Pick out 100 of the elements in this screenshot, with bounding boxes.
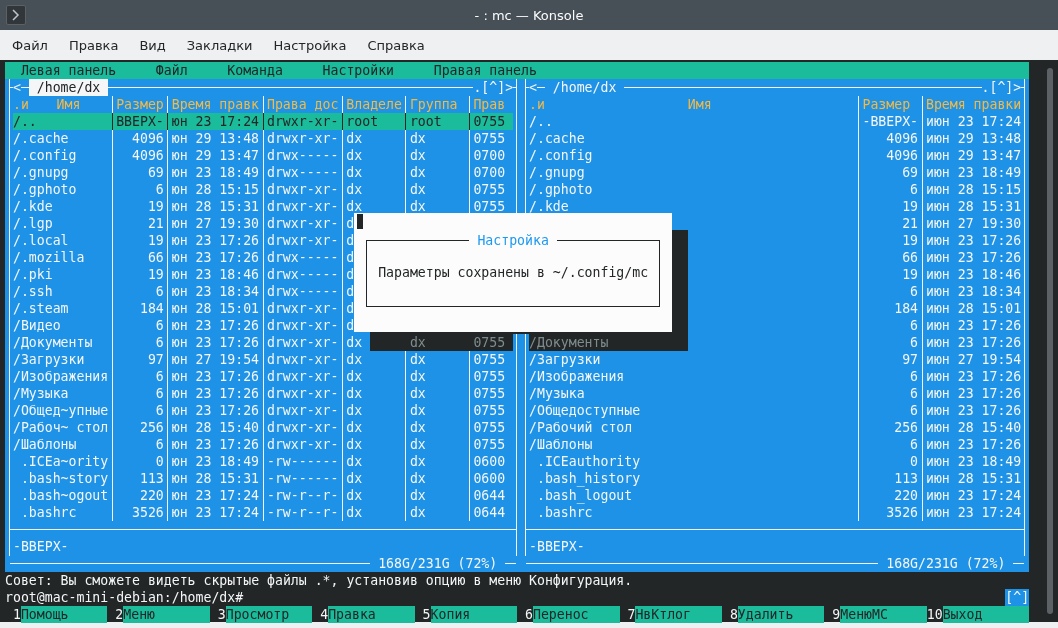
file-name: .bash~ogout (19, 487, 109, 504)
file-row[interactable]: /.gphoto 6 юн 28 15:15 drwxr-xr- dx dx 0755 (12, 181, 514, 198)
file-row[interactable]: /.gnupg 69 июн 23 18:49 (529, 164, 1022, 181)
file-row[interactable]: .bash_history 113 июн 28 15:31 (529, 470, 1022, 487)
window-title: - : mc — Konsole (474, 7, 584, 23)
menu-item[interactable]: Настройки (322, 62, 395, 79)
key-number: 4 (319, 606, 329, 623)
file-row[interactable]: .ICEauthority 0 июн 23 18:49 (529, 453, 1022, 470)
function-key[interactable]: Просмотр (225, 606, 313, 623)
file-row[interactable]: .bash_logout 220 июн 23 17:24 (529, 487, 1022, 504)
sort-indicator[interactable]: .и (529, 96, 545, 113)
file-row[interactable]: /Общедоступные 6 июн 23 17:26 (529, 402, 1022, 419)
key-number: 5 (421, 606, 431, 623)
sort-indicator[interactable]: .и (12, 96, 29, 113)
nav-marker[interactable]: .[^]> (981, 79, 1022, 96)
file-name: /Рабочий стол (529, 419, 634, 436)
file-row[interactable]: /Изображения 6 июн 23 17:26 (529, 368, 1022, 385)
disk-usage: 168G/231G (72%) (370, 555, 506, 572)
file-name: /Музыка (12, 385, 70, 402)
menu-item[interactable]: Файл (12, 37, 48, 53)
function-key[interactable]: Удалить (737, 606, 825, 623)
file-row[interactable]: /Рабоч~ стол 256 юн 28 15:40 drwxr-xr- dx dx 0755 (12, 419, 514, 436)
function-key[interactable]: НвКтлог (635, 606, 722, 623)
file-name: /.. (529, 113, 554, 130)
file-name: /Рабоч~ стол (12, 419, 109, 436)
file-name: /.local (12, 232, 70, 249)
file-name: /.gphoto (12, 181, 78, 198)
scrollbar-thumb[interactable] (1047, 68, 1053, 614)
file-name: /.steam (12, 300, 70, 317)
file-row[interactable]: /Шаблоны 6 июн 23 17:26 (529, 436, 1022, 453)
file-name: .ICEa~ority (19, 453, 109, 470)
menu-item[interactable]: Правка (68, 37, 119, 53)
file-row[interactable]: /Документы 6 июн 23 17:26 (529, 334, 1022, 351)
file-name: /.lgp (12, 215, 54, 232)
scroll-badge[interactable]: [^] (1005, 589, 1030, 606)
column-header[interactable]: Имя (28, 96, 109, 113)
file-row[interactable]: 66 июн 23 17:26 (529, 249, 1022, 266)
menu-item[interactable]: Файл (155, 62, 188, 79)
menu-item[interactable]: Закладки (186, 37, 253, 53)
file-row[interactable]: /.. -ВВЕРХ- июн 23 17:24 (529, 113, 1022, 130)
file-row[interactable]: 6 июн 23 18:34 (529, 283, 1022, 300)
file-row[interactable]: /Загрузки 97 июн 27 19:54 (529, 351, 1022, 368)
key-number: 10 (926, 606, 943, 623)
file-row[interactable]: .bash~ogout 220 юн 23 17:24 -rw-r--r- dx dx 0644 (12, 487, 514, 504)
menu-item[interactable]: Команда (227, 62, 283, 79)
command-prompt: root@mac-mini-debian:/home/dx# (5, 589, 244, 606)
status-text: -ВВЕРХ- (529, 539, 585, 554)
file-name: /.gphoto (529, 181, 594, 198)
file-row[interactable]: /.. ВВЕРХ- юн 23 17:24 drwxr-xr- root root 0755 (12, 113, 514, 130)
menu-item[interactable]: Настройка (273, 37, 347, 53)
file-name: /.config (12, 147, 78, 164)
file-row[interactable]: /Документы 6 юн 23 17:26 drwxr-xr- dx dx 0755 (12, 334, 514, 351)
file-row[interactable]: /Музыка 6 июн 23 17:26 (529, 385, 1022, 402)
file-row[interactable]: .ICEa~ority 0 юн 23 18:49 -rw------ dx dx 0600 (12, 453, 514, 470)
file-row[interactable]: /Изображения 6 юн 23 17:26 drwxr-xr- dx dx 0755 (12, 368, 514, 385)
function-key[interactable]: Помощь (20, 606, 108, 623)
file-row[interactable]: /Музыка 6 юн 23 17:26 drwxr-xr- dx dx 0755 (12, 385, 514, 402)
text-cursor (357, 214, 364, 229)
file-name: /.mozilla (12, 249, 86, 266)
file-row[interactable]: .bashrc 3526 юн 23 17:24 -rw-r--r- dx dx 0644 (12, 504, 514, 521)
menu-item[interactable]: Справка (367, 37, 425, 53)
permission-mode: 0755 (465, 334, 514, 351)
file-row[interactable]: /.gphoto 6 июн 28 15:15 (529, 181, 1022, 198)
file-row[interactable]: .bashrc 3526 июн 23 17:24 (529, 504, 1022, 521)
file-row[interactable]: /.config 4096 юн 29 13:47 drwx----- dx dx 0700 (12, 147, 514, 164)
file-row[interactable]: /Загрузки 97 юн 27 19:54 drwxr-xr- dx dx 0755 (12, 351, 514, 368)
file-name: /Документы (12, 334, 94, 351)
file-name: /.config (529, 147, 594, 164)
file-row[interactable]: .bash~story 113 юн 28 15:31 -rw------ dx dx 0600 (12, 470, 514, 487)
function-key[interactable]: Правка (328, 606, 415, 623)
file-row[interactable]: 184 июн 28 15:01 (529, 300, 1022, 317)
column-header[interactable]: Имя (544, 96, 855, 113)
menu-item[interactable]: Правая панель (433, 62, 537, 79)
file-name: .bashrc (535, 504, 594, 521)
function-key[interactable]: Меню (123, 606, 210, 623)
function-key[interactable]: МенюМС (840, 606, 927, 623)
file-row[interactable]: /Общед~упные 6 юн 23 17:26 drwxr-xr- dx dx 0755 (12, 402, 514, 419)
menu-item[interactable]: Левая панель (20, 62, 117, 79)
function-key[interactable]: Перенос (533, 606, 620, 623)
file-row[interactable]: /Рабочий стол 256 июн 28 15:40 (529, 419, 1022, 436)
nav-marker[interactable]: .[^]> (473, 79, 514, 96)
file-row[interactable]: /.cache 4096 юн 29 13:48 drwxr-xr- dx dx 0755 (12, 130, 514, 147)
file-row[interactable]: /.config 4096 июн 29 13:47 (529, 147, 1022, 164)
function-key[interactable]: Выход (942, 606, 1030, 623)
file-row[interactable]: /Шаблоны 6 юн 23 17:26 drwxr-xr- dx dx 0755 (12, 436, 514, 453)
file-name: /.cache (529, 130, 586, 147)
file-name: /Видео (12, 317, 62, 334)
file-row[interactable]: /.gnupg 69 юн 23 18:49 drwx----- dx dx 0700 (12, 164, 514, 181)
file-row[interactable]: 21 июн 27 19:30 (529, 215, 1022, 232)
file-name: .bash~story (19, 470, 109, 487)
file-name: /Шаблоны (529, 436, 594, 453)
file-row[interactable]: /.kde 19 июн 28 15:31 (529, 198, 1022, 215)
menu-item[interactable]: Вид (139, 37, 166, 53)
file-name: .ICEauthority (535, 453, 642, 470)
file-row[interactable]: 6 июн 23 17:26 (529, 317, 1022, 334)
file-row[interactable]: /.cache 4096 июн 29 13:48 (529, 130, 1022, 147)
file-name: /.cache (12, 130, 70, 147)
function-key[interactable]: Копия (430, 606, 518, 623)
file-row[interactable]: /.kde 19 юн 28 15:31 drwxr-xr- dx dx 0755 (12, 198, 514, 215)
file-name: /.kde (529, 198, 570, 215)
